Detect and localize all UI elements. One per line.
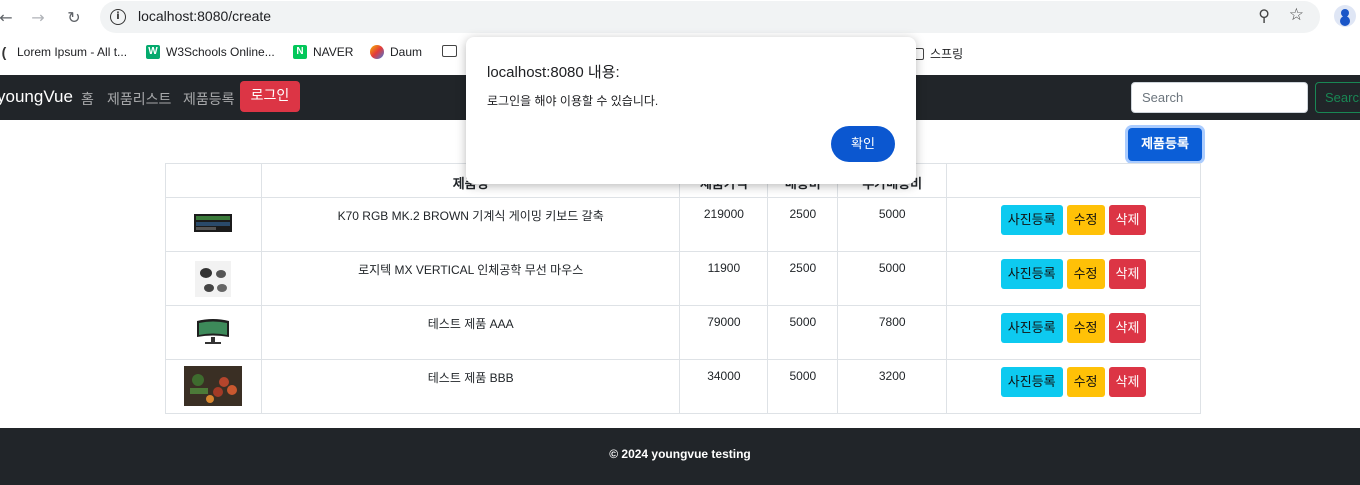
address-url[interactable]: localhost:8080/create xyxy=(138,8,271,24)
monitor-image[interactable] xyxy=(195,315,231,347)
bookmark-label: NAVER xyxy=(313,45,354,59)
bookmark-naver[interactable]: N NAVER xyxy=(293,45,353,59)
delete-button[interactable]: 삭제 xyxy=(1108,205,1147,235)
product-image-cell xyxy=(165,197,262,252)
profile-avatar-icon[interactable] xyxy=(1334,5,1356,27)
product-price: 79000 xyxy=(679,305,769,360)
delete-button[interactable]: 삭제 xyxy=(1108,367,1147,397)
product-name: 로지텍 MX VERTICAL 인체공학 무선 마우스 xyxy=(260,251,681,306)
site-info-icon[interactable]: i xyxy=(110,9,126,25)
search-input[interactable]: Search xyxy=(1131,82,1308,113)
product-shipping: 2500 xyxy=(767,251,839,306)
bookmark-label: Lorem Ipsum - All t... xyxy=(17,45,128,59)
footer: © 2024 youngvue testing xyxy=(0,428,1360,485)
product-price: 34000 xyxy=(679,359,769,414)
actions-cell: 사진등록 수정 삭제 xyxy=(946,305,1201,360)
bookmark-label: Daum xyxy=(390,45,423,59)
actions-cell: 사진등록 수정 삭제 xyxy=(946,197,1201,252)
product-extra-shipping: 7800 xyxy=(837,305,948,360)
nav-link-home[interactable]: 홈 xyxy=(81,89,94,109)
back-icon[interactable]: ← xyxy=(0,6,18,30)
bookmark-w3schools[interactable]: W W3Schools Online... xyxy=(146,45,275,59)
naver-icon: N xyxy=(293,45,307,59)
product-extra-shipping: 5000 xyxy=(837,251,948,306)
header-image xyxy=(165,163,262,198)
dialog-ok-button[interactable]: 확인 xyxy=(831,126,895,162)
actions-cell: 사진등록 수정 삭제 xyxy=(946,359,1201,414)
table-row: K70 RGB MK.2 BROWN 기계식 게이밍 키보드 갈축 219000… xyxy=(165,197,1201,252)
product-name: 테스트 제품 BBB xyxy=(260,359,681,414)
product-shipping: 5000 xyxy=(767,359,839,414)
product-image-cell xyxy=(165,359,262,414)
product-price: 219000 xyxy=(679,197,769,252)
product-extra-shipping: 3200 xyxy=(837,359,948,414)
zoom-icon[interactable]: ⚲ xyxy=(1258,6,1270,25)
mouse-image[interactable] xyxy=(195,261,232,297)
address-bar[interactable]: i localhost:8080/create ⚲ ☆ xyxy=(100,1,1320,33)
bookmark-folder[interactable] xyxy=(442,45,463,57)
table-row: 테스트 제품 BBB 34000 5000 3200 사진등록 수정 삭제 xyxy=(165,359,1201,414)
product-shipping: 2500 xyxy=(767,197,839,252)
dialog-title: localhost:8080 내용: xyxy=(487,64,620,81)
bookmark-label: W3Schools Online... xyxy=(166,45,275,59)
product-register-button[interactable]: 제품등록 xyxy=(1128,128,1202,161)
bookmark-label: 스프링 xyxy=(930,47,964,61)
actions-cell: 사진등록 수정 삭제 xyxy=(946,251,1201,306)
product-extra-shipping: 5000 xyxy=(837,197,948,252)
footer-text: © 2024 youngvue testing xyxy=(609,447,751,461)
product-image-cell xyxy=(165,251,262,306)
keyboard-image[interactable] xyxy=(193,212,233,234)
nav-link-product-list[interactable]: 제품리스트 xyxy=(107,89,171,109)
product-table: 제품명 제품가격 배송비 추가배송비 K70 RGB MK.2 BROWN 기계… xyxy=(165,163,1201,414)
edit-button[interactable]: 수정 xyxy=(1066,367,1105,397)
fruit-image[interactable] xyxy=(184,366,243,406)
bookmark-lorem-ipsum[interactable]: ( Lorem Ipsum - All t... xyxy=(0,45,127,59)
login-button[interactable]: 로그인 xyxy=(240,81,300,112)
photo-register-button[interactable]: 사진등록 xyxy=(1000,205,1063,235)
dialog-message: 로그인을 해야 이용할 수 있습니다. xyxy=(487,94,659,108)
w3schools-icon: W xyxy=(146,45,160,59)
lorem-ipsum-icon: ( xyxy=(1,44,7,60)
photo-register-button[interactable]: 사진등록 xyxy=(1000,367,1063,397)
photo-register-button[interactable]: 사진등록 xyxy=(1000,313,1063,343)
daum-icon xyxy=(370,45,384,59)
forward-icon[interactable]: → xyxy=(26,6,50,30)
browser-toolbar: ← → ↻ i localhost:8080/create ⚲ ☆ xyxy=(0,0,1360,36)
header-actions xyxy=(946,163,1201,198)
bookmark-spring[interactable]: 스프링 xyxy=(909,45,963,62)
table-row: 로지텍 MX VERTICAL 인체공학 무선 마우스 11900 2500 5… xyxy=(165,251,1201,306)
photo-register-button[interactable]: 사진등록 xyxy=(1000,259,1063,289)
product-price: 11900 xyxy=(679,251,769,306)
delete-button[interactable]: 삭제 xyxy=(1108,259,1147,289)
edit-button[interactable]: 수정 xyxy=(1066,259,1105,289)
reload-icon[interactable]: ↻ xyxy=(62,6,86,30)
edit-button[interactable]: 수정 xyxy=(1066,205,1105,235)
product-name: K70 RGB MK.2 BROWN 기계식 게이밍 키보드 갈축 xyxy=(260,197,681,252)
bookmark-daum[interactable]: Daum xyxy=(370,45,422,59)
product-image-cell xyxy=(165,305,262,360)
search-button[interactable]: Search xyxy=(1315,82,1360,113)
delete-button[interactable]: 삭제 xyxy=(1108,313,1147,343)
brand-logo[interactable]: youngVue xyxy=(0,87,73,107)
folder-icon xyxy=(442,45,457,57)
product-name: 테스트 제품 AAA xyxy=(260,305,681,360)
table-row: 테스트 제품 AAA 79000 5000 7800 사진등록 수정 삭제 xyxy=(165,305,1201,360)
product-shipping: 5000 xyxy=(767,305,839,360)
bookmark-star-icon[interactable]: ☆ xyxy=(1289,5,1304,25)
edit-button[interactable]: 수정 xyxy=(1066,313,1105,343)
alert-dialog: localhost:8080 내용: 로그인을 해야 이용할 수 있습니다. 확… xyxy=(466,37,916,184)
nav-link-product-register[interactable]: 제품등록 xyxy=(183,89,235,109)
